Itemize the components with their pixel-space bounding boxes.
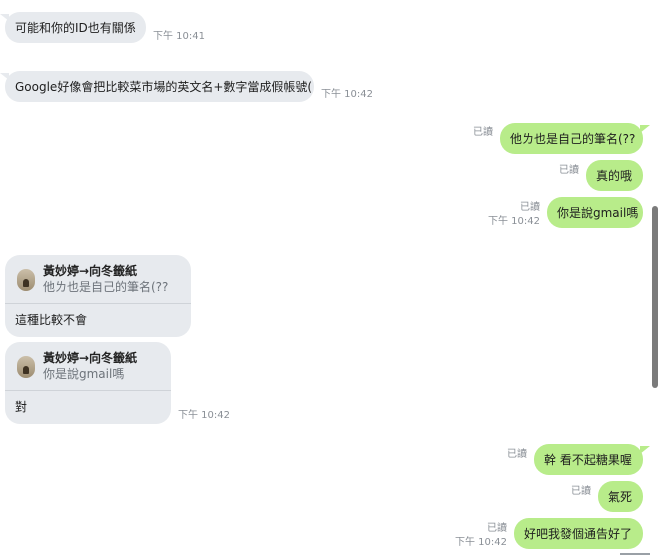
message-bubble-incoming[interactable]: Google好像會把比較菜市場的英文名+數字當成假帳號(	[0, 71, 314, 102]
read-receipt: 已讀	[559, 165, 579, 176]
message-bubble-incoming[interactable]: 可能和你的ID也有關係	[0, 12, 146, 43]
message-text: 氣死	[608, 490, 633, 504]
user-avatar-icon	[17, 269, 35, 291]
reply-quote-block[interactable]: 黃妙婷→向冬籤紙 你是說gmail嗎	[5, 342, 171, 391]
message-text: 對	[15, 400, 28, 414]
read-receipt: 已讀	[487, 523, 507, 534]
user-avatar-icon	[17, 356, 35, 378]
message-text: 好吧我發個通告好了	[524, 527, 633, 541]
scrollbar-thumb[interactable]	[652, 206, 658, 388]
message-timestamp: 下午 10:42	[321, 89, 373, 100]
reply-message-bubble[interactable]: 黃妙婷→向冬籤紙 你是說gmail嗎 對	[5, 342, 171, 424]
reply-quote-block[interactable]: 黃妙婷→向冬籤紙 他ㄌ也是自己的筆名(??	[5, 255, 191, 304]
reply-sender-name: 黃妙婷→向冬籤紙	[43, 351, 138, 365]
reply-quoted-text: 你是說gmail嗎	[43, 367, 125, 381]
message-bubble-outgoing[interactable]: 你是說gmail嗎	[547, 197, 643, 228]
message-text: 這種比較不會	[15, 313, 88, 327]
message-bubble-outgoing[interactable]: 他ㄌ也是自己的筆名(??	[500, 123, 650, 154]
message-timestamp: 下午 10:42	[455, 537, 507, 548]
reply-sender-name: 黃妙婷→向冬籤紙	[43, 264, 138, 278]
message-text: 他ㄌ也是自己的筆名(??	[510, 132, 636, 146]
read-receipt: 已讀	[473, 127, 493, 138]
read-receipt: 已讀	[507, 449, 527, 460]
read-receipt: 已讀	[571, 486, 591, 497]
reply-quoted-text: 他ㄌ也是自己的筆名(??	[43, 280, 169, 294]
message-bubble-outgoing[interactable]: 好吧我發個通告好了	[514, 518, 643, 549]
message-text: 可能和你的ID也有關係	[15, 21, 136, 35]
message-text: 幹 看不起糖果喔	[544, 453, 632, 467]
message-text: Google好像會把比較菜市場的英文名+數字當成假帳號(	[15, 80, 313, 94]
reply-message-bubble[interactable]: 黃妙婷→向冬籤紙 他ㄌ也是自己的筆名(?? 這種比較不會	[5, 255, 191, 337]
message-bubble-outgoing[interactable]: 真的哦	[586, 160, 643, 191]
message-timestamp: 下午 10:41	[153, 31, 205, 42]
message-bubble-outgoing[interactable]: 氣死	[598, 481, 643, 512]
message-timestamp: 下午 10:42	[488, 216, 540, 227]
read-receipt: 已讀	[520, 202, 540, 213]
chat-window[interactable]: 可能和你的ID也有關係 下午 10:41 Google好像會把比較菜市場的英文名…	[0, 0, 660, 555]
message-bubble-outgoing[interactable]: 幹 看不起糖果喔	[534, 444, 650, 475]
message-text: 真的哦	[596, 169, 633, 183]
message-timestamp: 下午 10:42	[178, 410, 230, 421]
message-text: 你是說gmail嗎	[557, 206, 639, 220]
